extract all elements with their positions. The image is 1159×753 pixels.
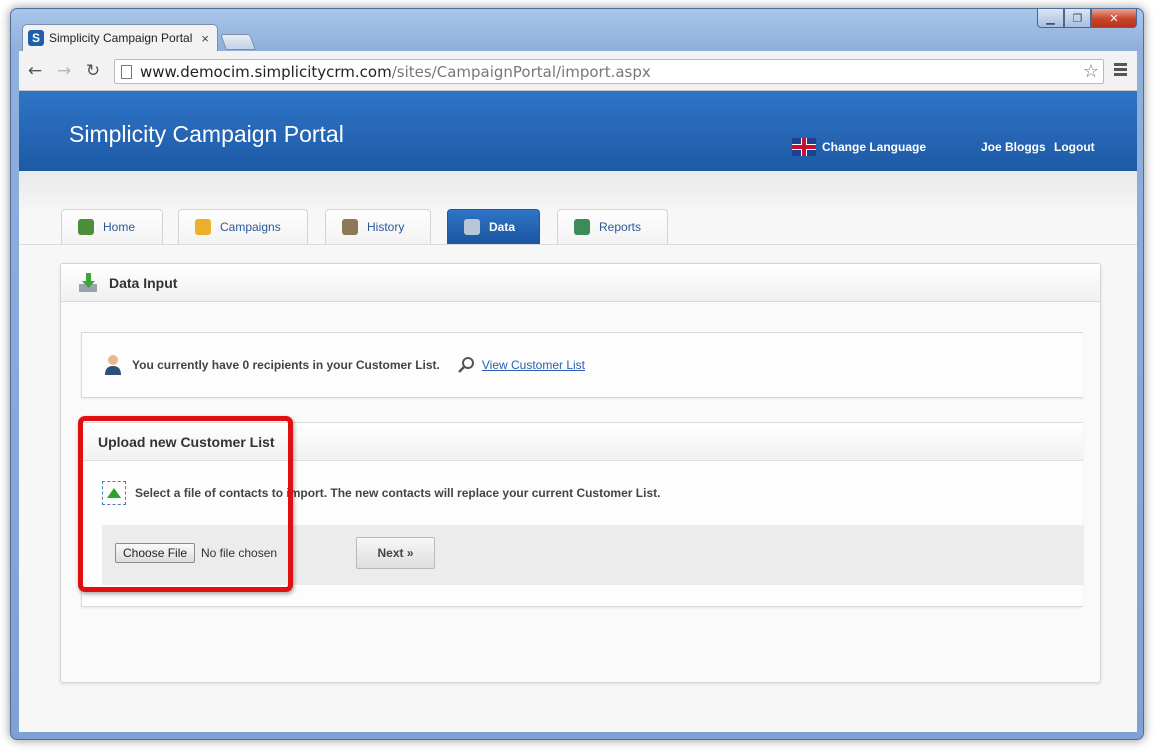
back-button[interactable]: ←	[22, 58, 48, 84]
change-language-link[interactable]: Change Language	[792, 138, 926, 156]
new-tab-button[interactable]	[220, 34, 256, 50]
panel-header: Data Input	[61, 264, 1100, 302]
tab-title: Simplicity Campaign Portal	[49, 31, 193, 45]
tab-history-label: History	[367, 220, 405, 234]
red-highlight-box	[78, 416, 293, 592]
reload-button[interactable]: ↻	[80, 58, 106, 84]
tab-reports-label: Reports	[599, 220, 642, 234]
bookmark-star-icon[interactable]: ☆	[1083, 61, 1099, 82]
home-icon	[78, 219, 94, 235]
tab-data[interactable]: Data	[447, 209, 540, 244]
download-icon	[79, 272, 97, 292]
tab-campaigns[interactable]: Campaigns	[178, 209, 308, 244]
browser-menu-icon[interactable]	[1114, 63, 1127, 78]
tab-home-label: Home	[103, 220, 136, 234]
user-icon	[105, 355, 121, 375]
change-language-label: Change Language	[822, 140, 927, 154]
page-content: Simplicity Campaign Portal Change Langua…	[19, 91, 1137, 732]
tab-data-label: Data	[489, 220, 516, 234]
browser-toolbar: ← → ↻ www.democim.simplicitycrm.com/site…	[19, 51, 1137, 91]
page-icon	[121, 64, 132, 79]
url-path: /sites/CampaignPortal/import.aspx	[391, 62, 651, 81]
tab-campaigns-label: Campaigns	[220, 220, 281, 234]
user-name-link[interactable]: Joe Bloggs	[981, 140, 1046, 154]
recipient-count-text: You currently have 0 recipients in your …	[132, 358, 440, 372]
database-icon	[464, 219, 480, 235]
tab-home[interactable]: Home	[61, 209, 163, 244]
close-window-button[interactable]: ✕	[1091, 9, 1137, 28]
address-bar[interactable]: www.democim.simplicitycrm.com/sites/Camp…	[114, 59, 1104, 84]
minimize-button[interactable]: ▁	[1037, 9, 1064, 28]
panel-title: Data Input	[109, 274, 178, 291]
tab-close-icon[interactable]: ×	[201, 31, 209, 46]
pencil-icon	[195, 219, 211, 235]
maximize-button[interactable]: ❐	[1064, 9, 1091, 28]
report-icon	[574, 219, 590, 235]
url-host: www.democim.simplicitycrm.com	[140, 62, 392, 81]
portal-header: Simplicity Campaign Portal Change Langua…	[19, 91, 1137, 171]
app-title: Simplicity Campaign Portal	[69, 121, 344, 147]
forward-button[interactable]: →	[51, 58, 77, 84]
favicon-icon: S	[28, 30, 44, 46]
logout-link[interactable]: Logout	[1054, 140, 1095, 154]
tab-reports[interactable]: Reports	[557, 209, 668, 244]
clock-icon	[342, 219, 358, 235]
customer-list-info: You currently have 0 recipients in your …	[81, 332, 1083, 398]
uk-flag-icon	[792, 138, 816, 156]
browser-tab[interactable]: S Simplicity Campaign Portal ×	[22, 24, 218, 51]
tab-history[interactable]: History	[325, 209, 431, 244]
next-button[interactable]: Next »	[356, 537, 435, 569]
view-customer-list-link[interactable]: View Customer List	[482, 358, 585, 372]
window-controls: ▁ ❐ ✕	[1037, 9, 1137, 28]
magnifier-icon	[457, 357, 474, 373]
